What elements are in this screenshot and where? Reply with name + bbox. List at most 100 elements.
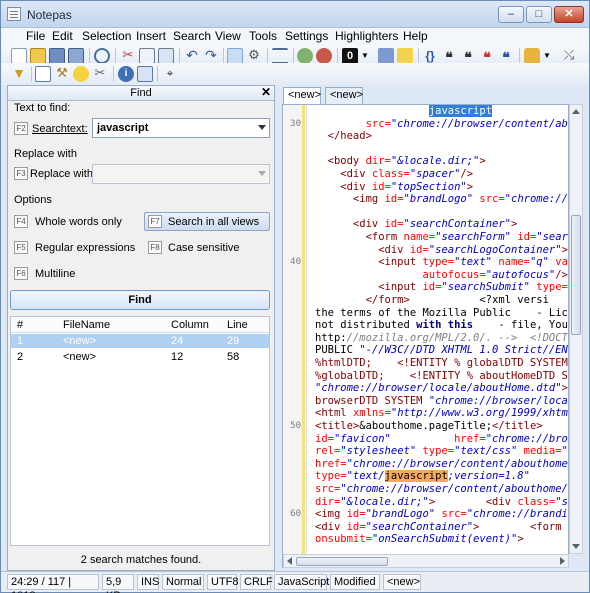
menu-selection[interactable]: Selection	[82, 29, 131, 43]
tab-new-2[interactable]: <new>	[325, 87, 363, 104]
code-line[interactable]: href="chrome://browser/content/abouthome…	[315, 458, 568, 471]
info-icon[interactable]: i	[118, 66, 134, 82]
edit-icon[interactable]	[378, 48, 394, 64]
save-all-icon[interactable]	[68, 48, 84, 64]
copy-window-icon[interactable]	[137, 66, 153, 82]
menu-insert[interactable]: Insert	[136, 29, 166, 43]
status-language[interactable]: JavaScript	[274, 574, 329, 590]
table-row[interactable]: 2 <new> 12 58	[11, 350, 269, 364]
code-line[interactable]: "chrome://browser/locale/aboutHome.dtd">	[315, 382, 568, 395]
code-line[interactable]: <div class="spacer"/>	[315, 168, 473, 181]
code-line[interactable]: <input type="text" name="q" valu	[315, 256, 568, 269]
code-line[interactable]: src="chrome://browser/content/abo	[315, 118, 568, 131]
code-line[interactable]: <form name="searchForm" id="search	[315, 231, 568, 244]
case-sensitive-option[interactable]: Case sensitive	[168, 242, 240, 254]
code-line[interactable]: <div id="searchContainer">	[315, 218, 517, 231]
vertical-scroll-thumb[interactable]	[571, 215, 581, 335]
settings-icon[interactable]: ⚙	[246, 48, 262, 64]
code-line[interactable]: <body dir="&locale.dir;">	[315, 155, 486, 168]
tab-new-1[interactable]: <new>	[283, 87, 321, 105]
code-editor[interactable]: 30 40 50 60 javascript src="chrome://browse…	[282, 104, 569, 568]
new-file-icon[interactable]	[11, 48, 27, 64]
code-line[interactable]: <div id="searchContainer"> <form n	[315, 521, 568, 534]
tools-icon[interactable]: ✂	[92, 66, 108, 82]
uncomment-icon[interactable]: ❝	[479, 48, 495, 65]
find-prev-icon[interactable]	[316, 48, 332, 64]
code-text[interactable]: javascript src="chrome://browser/content…	[315, 105, 568, 567]
horizontal-scrollbar[interactable]	[283, 554, 569, 568]
table-row[interactable]: 1 <new> 24 29	[11, 334, 269, 348]
undo-icon[interactable]: ↶	[184, 48, 200, 64]
multiline-option[interactable]: Multiline	[35, 268, 75, 280]
find-next-icon[interactable]	[297, 48, 313, 64]
wand-icon[interactable]: ⚒	[54, 66, 70, 82]
whole-words-only-option[interactable]: Whole words only	[35, 216, 122, 228]
scroll-right-icon[interactable]	[560, 557, 565, 565]
menu-highlighters[interactable]: Highlighters	[335, 29, 398, 43]
menu-search[interactable]: Search	[173, 29, 211, 43]
save-icon[interactable]	[49, 48, 65, 64]
code-line[interactable]: <img id="brandLogo" src="chrome://bra	[315, 193, 568, 206]
code-line[interactable]: <title>&abouthome.pageTitle;</title>	[315, 420, 543, 433]
replace-combo[interactable]	[92, 164, 270, 184]
menu-view[interactable]: View	[215, 29, 241, 43]
curly-braces-icon[interactable]: {}	[422, 48, 438, 64]
open-file-icon[interactable]	[30, 48, 46, 64]
code-line[interactable]: <html xmlns="http://www.w3.org/1999/xhtm…	[315, 407, 568, 420]
filter-icon[interactable]: ▼	[11, 66, 27, 82]
searchtext-value[interactable]: javascript	[97, 122, 148, 134]
split-icon[interactable]: ⤯	[561, 48, 577, 64]
regular-expressions-option[interactable]: Regular expressions	[35, 242, 135, 254]
status-line-ending[interactable]: CRLF	[240, 574, 273, 590]
code-line[interactable]: not distributed with this - file, You ca	[315, 319, 568, 332]
scroll-left-icon[interactable]	[287, 557, 292, 565]
binoculars-icon[interactable]: ⌖	[162, 66, 178, 82]
column-number[interactable]: #	[17, 319, 23, 331]
searchtext-combo[interactable]: javascript	[92, 118, 270, 138]
scroll-up-icon[interactable]	[572, 109, 580, 114]
find-button[interactable]: Find	[10, 290, 270, 310]
menu-tools[interactable]: Tools	[249, 29, 277, 43]
code-line[interactable]: </form> <?xml versi	[315, 294, 549, 307]
code-line[interactable]: src="chrome://browser/content/abouthome/…	[315, 483, 568, 496]
cut-icon[interactable]: ✂	[120, 48, 136, 64]
redo-icon[interactable]: ↷	[203, 48, 219, 64]
align-icon[interactable]	[272, 48, 288, 64]
code-line[interactable]: <img id="brandLogo" src="chrome://brandi…	[315, 508, 568, 521]
reload-icon[interactable]	[94, 48, 110, 64]
code-line[interactable]: the terms of the Mozilla Public - Licen	[315, 307, 568, 320]
code-line[interactable]: browserDTD SYSTEM "chrome://browser/loca…	[315, 395, 568, 408]
code-line[interactable]: %globalDTD; <!ENTITY % aboutHomeDTD SYST	[315, 370, 568, 383]
menu-edit[interactable]: Edit	[52, 29, 73, 43]
minimize-button[interactable]: –	[498, 6, 524, 23]
highlighter-icon[interactable]	[524, 48, 540, 64]
menu-settings[interactable]: Settings	[285, 29, 328, 43]
column-filename[interactable]: FileName	[63, 319, 110, 331]
paste-icon[interactable]	[158, 48, 174, 64]
horizontal-scroll-thumb[interactable]	[296, 557, 388, 566]
quote-icon[interactable]: ❝	[441, 48, 457, 65]
status-insert-mode[interactable]: INS	[137, 574, 159, 590]
code-line[interactable]: <div id="topSection">	[315, 181, 473, 194]
code-line[interactable]: type="text/javascript;version=1.8"	[315, 470, 530, 483]
code-line[interactable]: PUBLIC "-//W3C//DTD XHTML 1.0 Strict//EN…	[315, 344, 568, 357]
code-line[interactable]: http://mozilla.org/MPL/2.0/. --> <!DOCTY…	[315, 332, 568, 345]
code-line[interactable]: javascript	[315, 105, 493, 118]
code-line[interactable]: dir="&locale.dir;"> <div class="spacer	[315, 496, 568, 509]
toggle-comment-icon[interactable]: ❝	[498, 48, 514, 65]
search-in-all-views-option[interactable]: Search in all views	[168, 216, 259, 228]
code-line[interactable]: autofocus="autofocus"/>	[315, 269, 567, 282]
comment-icon[interactable]: ❝	[460, 48, 476, 65]
code-line[interactable]: rel="stylesheet" type="text/css" media="…	[315, 445, 568, 458]
menu-help[interactable]: Help	[403, 29, 428, 43]
close-button[interactable]: ✕	[554, 6, 584, 23]
dropdown-icon[interactable]: ▼	[542, 48, 552, 64]
bulb-icon[interactable]	[73, 66, 89, 82]
chevron-down-icon[interactable]	[258, 171, 266, 176]
code-line[interactable]: <input id="searchSubmit" type="s	[315, 281, 568, 294]
code-line[interactable]: onsubmit="onSearchSubmit(event)">	[315, 533, 524, 546]
status-mode[interactable]: Normal	[162, 574, 204, 590]
code-line[interactable]: id="favicon" href="chrome://bro	[315, 433, 568, 446]
code-line[interactable]: %htmlDTD; <!ENTITY % globalDTD SYSTEM "c	[315, 357, 568, 370]
dropdown-icon[interactable]: ▼	[360, 48, 370, 64]
